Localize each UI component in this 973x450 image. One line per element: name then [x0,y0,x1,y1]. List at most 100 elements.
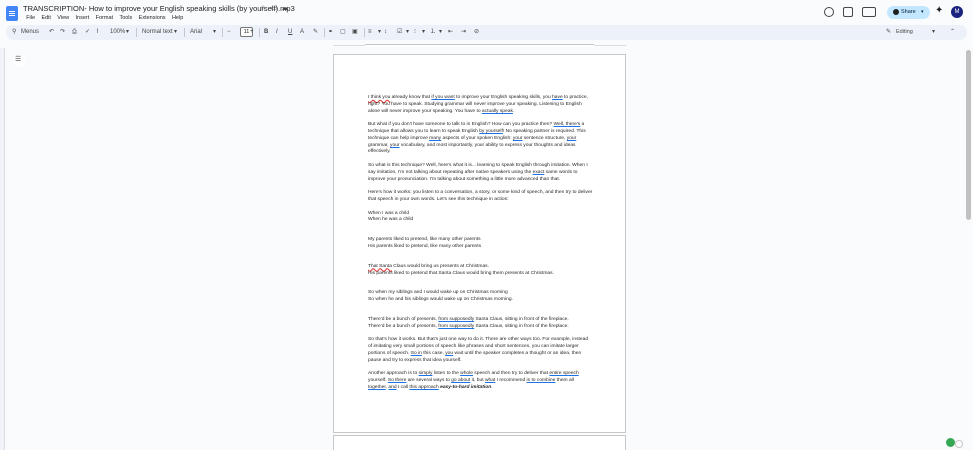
text-run: together [368,384,386,390]
bold-icon[interactable]: B [264,28,268,37]
align-icon[interactable]: ≡ [368,28,372,37]
text-run: His parents liked to pretend that Santa … [368,270,554,276]
meet-icon[interactable] [862,7,876,17]
decrease-indent-icon[interactable]: ⇤ [448,28,453,37]
menu-file[interactable]: File [23,15,38,21]
editing-mode-select[interactable]: Editing [896,27,913,37]
paragraph[interactable]: Here's how it works: you listen to a con… [368,190,593,204]
paragraph[interactable]: When I was a child When he was a child [368,211,593,225]
menu-search[interactable]: ⚲ Menus [10,27,48,38]
menu-bar: File Edit View Insert Format Tools Exten… [23,15,186,21]
text-run: . [491,384,493,390]
undo-icon[interactable]: ↶ [49,28,54,37]
comment-icon[interactable]: ▢ [340,28,346,37]
line-spacing-icon[interactable]: ↕ [384,28,387,37]
paragraph[interactable]: Another approach is to simply listen to … [368,371,593,391]
vertical-ruler [0,48,5,450]
increase-indent-icon[interactable]: ⇥ [461,28,466,37]
star-icon[interactable]: ☆ [259,5,267,13]
paragraph[interactable]: That Santa Claus would bring us presents… [368,264,593,278]
text-run: go about [451,378,471,384]
document-page[interactable]: I think you already know that if you wan… [333,54,626,433]
decrease-font-icon[interactable]: − [227,28,231,37]
collapse-toolbar-icon[interactable]: ⌃ [950,28,955,37]
text-run: from supposedly [438,316,475,322]
bulleted-list-icon[interactable]: ⁝ [414,28,416,37]
text-run: your [390,142,400,148]
scrollbar[interactable] [965,48,973,450]
numbered-list-icon[interactable]: ⒈ [430,28,436,37]
side-panel-icon[interactable] [955,440,963,448]
menu-edit[interactable]: Edit [38,15,54,21]
scrollbar-thumb[interactable] [966,50,971,220]
history-icon[interactable] [824,7,834,17]
menu-tools[interactable]: Tools [116,15,135,21]
italic-icon[interactable]: I [276,28,278,37]
explore-icon[interactable] [946,438,955,447]
text-run: But what if you don't have someone to ta… [368,122,554,128]
paragraph[interactable]: So that's how it works. But that's just … [368,337,593,364]
text-run: exact [532,169,545,175]
paragraph[interactable]: But what if you don't have someone to ta… [368,122,593,156]
link-icon[interactable]: ⚭ [328,28,333,37]
spellcheck-icon[interactable]: ✓ [85,28,90,37]
document-outline-button[interactable] [13,55,25,67]
horizontal-ruler[interactable] [333,42,626,48]
text-run: That Santa [368,263,392,269]
underline-icon[interactable]: U [288,28,292,37]
zoom-select[interactable]: 100% [110,28,125,37]
text-run: simply [418,371,433,377]
text-run: grammar, [368,142,391,148]
text-run: Santa Claus, sitting in front of the fir… [474,323,569,329]
text-run: them all [555,378,574,384]
redo-icon[interactable]: ↷ [60,28,65,37]
clear-formatting-icon[interactable]: ⊘ [474,28,479,37]
avatar[interactable]: M [951,6,963,18]
font-select[interactable]: Arial [190,28,202,37]
paragraph[interactable]: There'd be a bunch of presents, from sup… [368,317,593,331]
paragraph[interactable]: I think you already know that if you wan… [368,95,593,115]
share-button[interactable]: Share ▾ [887,6,930,19]
text-run: listen to the [432,371,461,377]
text-run: So there [387,378,407,384]
increase-font-icon[interactable]: + [250,28,254,37]
menu-help[interactable]: Help [169,15,187,21]
menu-insert[interactable]: Insert [72,15,92,21]
paint-format-icon[interactable]: ⌇ [96,28,99,37]
chevron-down-icon[interactable]: ▾ [921,9,924,15]
document-page-2[interactable] [333,435,626,450]
docs-logo-icon[interactable] [6,6,18,21]
style-select[interactable]: Normal text [142,28,173,37]
text-run: entire speech [549,371,579,377]
menu-extensions[interactable]: Extensions [135,15,168,21]
move-folder-icon[interactable]: ▭ [270,5,278,13]
comments-icon[interactable] [843,7,853,17]
menu-format[interactable]: Format [92,15,116,21]
text-run: . [512,108,515,114]
menu-view[interactable]: View [54,15,72,21]
divider [222,28,223,37]
text-run: His parents liked to pretend, like many … [368,243,482,249]
document-body[interactable]: I think you already know that if you wan… [368,95,593,398]
checklist-icon[interactable]: ☑ [397,28,402,37]
cloud-status-icon[interactable]: ☁ [281,5,289,13]
lock-icon [893,9,899,15]
highlight-icon[interactable]: ✎ [313,28,318,37]
paragraph[interactable]: My parents liked to pretend, like many o… [368,237,593,251]
text-run: So when my siblings and I would wake up … [368,290,508,296]
paragraph[interactable]: So what is this technique? Well, here's … [368,163,593,183]
text-run: this case, [421,350,446,356]
divider [259,28,260,37]
menu-search-placeholder: Menus [21,29,40,35]
image-icon[interactable]: ▣ [352,28,358,37]
gemini-icon[interactable]: ✦ [935,6,943,16]
text-run: There'd be a bunch of presents, [368,316,439,322]
text-run: to improve your English speaking skills,… [454,95,553,100]
chevron-down-icon: ▾ [378,29,382,35]
document-title[interactable]: TRANSCRIPTION- How to improve your Engli… [23,4,295,13]
text-run: it, but [470,378,485,384]
paragraph[interactable]: So when my siblings and I would wake up … [368,290,593,304]
divider [364,28,365,37]
text-color-icon[interactable]: A [300,28,304,37]
print-icon[interactable]: ⎙ [72,28,77,37]
